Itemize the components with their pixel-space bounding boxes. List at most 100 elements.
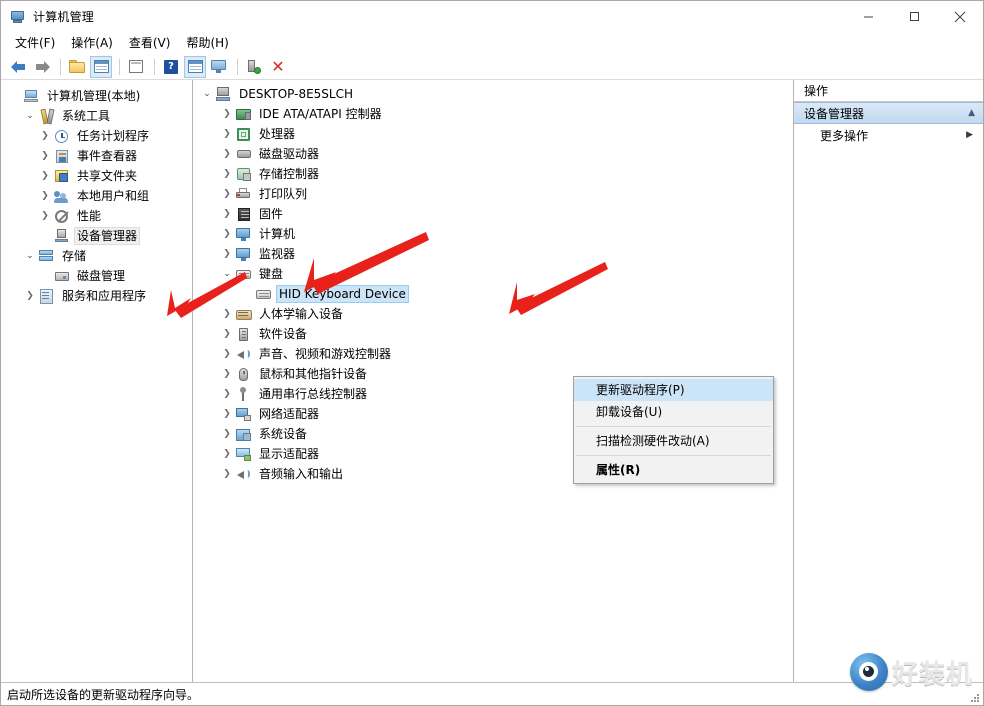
tree-row[interactable]: 设备管理器 bbox=[1, 226, 192, 246]
menu-bar: 文件(F) 操作(A) 查看(V) 帮助(H) bbox=[1, 32, 983, 54]
tree-row-label: 计算机管理(本地) bbox=[44, 87, 143, 105]
display-adapter-icon bbox=[235, 446, 252, 462]
chevron-right-icon[interactable]: ❯ bbox=[219, 350, 235, 359]
tree-row[interactable]: ❯打印队列 bbox=[193, 184, 793, 204]
task-scheduler-icon bbox=[53, 128, 70, 144]
chevron-right-icon[interactable]: ❯ bbox=[219, 250, 235, 259]
properties-button[interactable] bbox=[125, 56, 147, 78]
hid-devices-icon bbox=[235, 306, 252, 322]
tree-row[interactable]: ⌄DESKTOP-8E5SLCH bbox=[193, 84, 793, 104]
tree-row[interactable]: ⌄系统工具 bbox=[1, 106, 192, 126]
close-button[interactable] bbox=[937, 1, 983, 32]
tree-row[interactable]: ❯软件设备 bbox=[193, 324, 793, 344]
chevron-right-icon[interactable]: ❯ bbox=[37, 132, 53, 141]
up-folder-button[interactable] bbox=[66, 56, 88, 78]
chevron-down-icon[interactable]: ⌄ bbox=[22, 252, 38, 261]
chevron-right-icon[interactable]: ❯ bbox=[219, 370, 235, 379]
tree-row[interactable]: 计算机管理(本地) bbox=[1, 86, 192, 106]
mouse-pointer-icon bbox=[235, 366, 252, 382]
tree-row-label: 计算机 bbox=[256, 225, 298, 243]
tree-row[interactable]: ❯处理器 bbox=[193, 124, 793, 144]
chevron-right-icon[interactable]: ❯ bbox=[219, 110, 235, 119]
tree-row[interactable]: ❯共享文件夹 bbox=[1, 166, 192, 186]
tree-row[interactable]: 磁盘管理 bbox=[1, 266, 192, 286]
tree-row[interactable]: ❯ 事件查看器 bbox=[1, 146, 192, 166]
console-button[interactable] bbox=[208, 56, 230, 78]
chevron-right-icon[interactable]: ❯ bbox=[37, 172, 53, 181]
tree-row-label: 性能 bbox=[74, 207, 104, 225]
list-view-button[interactable] bbox=[184, 56, 206, 78]
help-button[interactable]: ? bbox=[160, 56, 182, 78]
tree-row-label: 事件查看器 bbox=[74, 147, 140, 165]
chevron-up-icon[interactable]: ▲ bbox=[968, 108, 975, 118]
chevron-down-icon[interactable]: ⌄ bbox=[199, 90, 215, 99]
tree-row[interactable]: ❯人体学输入设备 bbox=[193, 304, 793, 324]
chevron-right-icon[interactable]: ❯ bbox=[219, 130, 235, 139]
ctx-properties[interactable]: 属性(R) bbox=[574, 459, 773, 481]
chevron-right-icon[interactable]: ❯ bbox=[219, 470, 235, 479]
context-menu[interactable]: 更新驱动程序(P)卸载设备(U) 扫描检测硬件改动(A) 属性(R) bbox=[573, 376, 774, 484]
console-tree-pane[interactable]: 计算机管理(本地)⌄系统工具 ❯ 任务计划程序 ❯ 事件查看器❯共享文件夹❯本地用户和组… bbox=[1, 80, 193, 682]
chevron-right-icon[interactable]: ❯ bbox=[37, 192, 53, 201]
chevron-right-icon[interactable]: ❯ bbox=[219, 150, 235, 159]
tree-row[interactable]: ⌄键盘 bbox=[193, 264, 793, 284]
chevron-right-icon[interactable]: ❯ bbox=[37, 212, 53, 221]
tree-row[interactable]: ❯服务和应用程序 bbox=[1, 286, 192, 306]
chevron-right-icon[interactable]: ❯ bbox=[219, 230, 235, 239]
title-bar: 计算机管理 bbox=[1, 1, 983, 32]
back-arrow-icon bbox=[11, 61, 26, 73]
tree-row[interactable]: ❯ 性能 bbox=[1, 206, 192, 226]
resize-grip-icon[interactable] bbox=[968, 691, 980, 703]
scan-hardware-button[interactable] bbox=[243, 56, 265, 78]
hid-keyboard-icon bbox=[255, 286, 272, 302]
menu-help[interactable]: 帮助(H) bbox=[180, 32, 238, 54]
ctx-scan-hardware[interactable]: 扫描检测硬件改动(A) bbox=[574, 430, 773, 452]
menu-view[interactable]: 查看(V) bbox=[123, 32, 181, 54]
tree-row[interactable]: ❯监视器 bbox=[193, 244, 793, 264]
chevron-right-icon[interactable]: ❯ bbox=[219, 430, 235, 439]
tree-row-label: IDE ATA/ATAPI 控制器 bbox=[256, 105, 385, 123]
tree-row[interactable]: HID Keyboard Device bbox=[193, 284, 793, 304]
back-button[interactable] bbox=[7, 56, 29, 78]
tree-row[interactable]: ⌄存储 bbox=[1, 246, 192, 266]
chevron-right-icon[interactable]: ❯ bbox=[219, 330, 235, 339]
chevron-right-icon[interactable]: ❯ bbox=[22, 292, 38, 301]
menu-file[interactable]: 文件(F) bbox=[9, 32, 65, 54]
tree-row[interactable]: ❯声音、视频和游戏控制器 bbox=[193, 344, 793, 364]
chevron-right-icon[interactable]: ❯ bbox=[219, 410, 235, 419]
menu-action[interactable]: 操作(A) bbox=[65, 32, 123, 54]
chevron-down-icon[interactable]: ⌄ bbox=[219, 270, 235, 279]
tree-row[interactable]: ❯磁盘驱动器 bbox=[193, 144, 793, 164]
list-view-icon bbox=[188, 60, 203, 73]
software-device-icon bbox=[235, 326, 252, 342]
maximize-button[interactable] bbox=[891, 1, 937, 32]
chevron-right-icon[interactable]: ❯ bbox=[219, 210, 235, 219]
chevron-right-icon[interactable]: ❯ bbox=[219, 170, 235, 179]
chevron-right-icon[interactable]: ❯ bbox=[219, 190, 235, 199]
tree-row[interactable]: ❯ 任务计划程序 bbox=[1, 126, 192, 146]
tree-row-label: 存储控制器 bbox=[256, 165, 322, 183]
chevron-right-icon[interactable]: ❯ bbox=[219, 310, 235, 319]
status-bar: 启动所选设备的更新驱动程序向导。 bbox=[1, 682, 983, 705]
tree-row[interactable]: ❯ 计算机 bbox=[193, 224, 793, 244]
tree-row[interactable]: ❯ 存储控制器 bbox=[193, 164, 793, 184]
minimize-button[interactable] bbox=[845, 1, 891, 32]
ctx-update-driver[interactable]: 更新驱动程序(P) bbox=[574, 379, 773, 401]
ctx-uninstall-device[interactable]: 卸载设备(U) bbox=[574, 401, 773, 423]
chevron-right-icon[interactable]: ❯ bbox=[37, 152, 53, 161]
show-hide-tree-button[interactable] bbox=[90, 56, 112, 78]
chevron-down-icon[interactable]: ⌄ bbox=[22, 112, 38, 121]
tree-row[interactable]: ❯固件 bbox=[193, 204, 793, 224]
print-queue-icon bbox=[235, 186, 252, 202]
actions-section-device-manager[interactable]: 设备管理器 ▲ bbox=[794, 102, 983, 124]
chevron-right-icon[interactable]: ❯ bbox=[219, 390, 235, 399]
tree-row[interactable]: ❯本地用户和组 bbox=[1, 186, 192, 206]
uninstall-device-button[interactable]: ✕ bbox=[267, 56, 289, 78]
processor-icon bbox=[235, 126, 252, 142]
tree-row-label: 任务计划程序 bbox=[74, 127, 152, 145]
tree-row[interactable]: ❯ IDE ATA/ATAPI 控制器 bbox=[193, 104, 793, 124]
actions-item-more-actions[interactable]: 更多操作 ▶ bbox=[794, 124, 983, 146]
forward-button[interactable] bbox=[31, 56, 53, 78]
device-list-pane[interactable]: ⌄DESKTOP-8E5SLCH ❯ IDE ATA/ATAPI 控制器❯处理器❯磁… bbox=[193, 80, 794, 682]
chevron-right-icon[interactable]: ❯ bbox=[219, 450, 235, 459]
